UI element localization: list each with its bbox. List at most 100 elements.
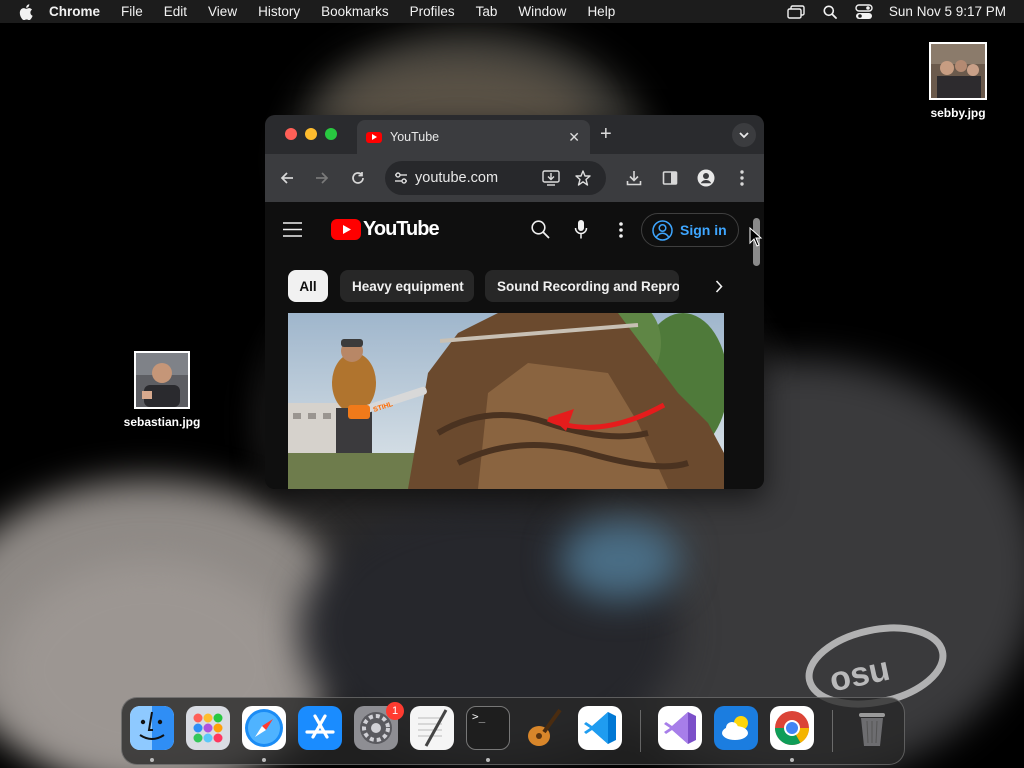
menu-profiles[interactable]: Profiles <box>410 4 455 19</box>
dock-separator <box>640 710 641 752</box>
dock-launchpad[interactable] <box>186 706 230 750</box>
chevron-down-icon <box>739 131 749 138</box>
dock-terminal[interactable]: >_ <box>466 706 510 750</box>
dock-textedit[interactable] <box>410 706 454 750</box>
desktop-file-label: sebby.jpg <box>930 106 986 120</box>
guitar-icon <box>528 708 562 746</box>
menu-app-name[interactable]: Chrome <box>49 4 100 19</box>
chip-all[interactable]: All <box>288 270 328 302</box>
dock-garageband[interactable] <box>522 706 566 750</box>
weather-cloud-icon <box>722 716 748 740</box>
running-indicator <box>790 758 794 762</box>
new-tab-button[interactable]: + <box>600 123 612 146</box>
visual-studio-icon <box>664 712 696 744</box>
close-window-button[interactable] <box>285 128 297 140</box>
menu-help[interactable]: Help <box>587 4 615 19</box>
dock-vscode[interactable] <box>578 706 622 750</box>
app-store-icon <box>305 714 335 739</box>
more-vertical-icon <box>740 170 744 186</box>
tab-strip: YouTube ✕ + <box>265 115 764 154</box>
notification-badge: 1 <box>386 702 404 720</box>
youtube-logo-text: YouTube <box>363 218 440 240</box>
bookmark-star-icon[interactable] <box>575 170 591 186</box>
search-icon[interactable] <box>531 220 550 239</box>
dock-trash[interactable] <box>850 706 894 750</box>
video-thumbnail-image: STIHL <box>288 313 724 489</box>
sign-in-label: Sign in <box>680 222 727 238</box>
video-thumbnail[interactable]: STIHL <box>288 313 724 489</box>
dock-finder[interactable] <box>130 706 174 750</box>
textedit-pen-icon <box>418 709 448 747</box>
spotlight-search-icon[interactable] <box>823 5 837 19</box>
address-bar[interactable]: youtube.com <box>385 161 606 195</box>
dock-weather[interactable] <box>714 706 758 750</box>
photo-thumbnail-icon <box>929 42 987 100</box>
running-indicator <box>150 758 154 762</box>
menu-tab[interactable]: Tab <box>476 4 498 19</box>
tab-search-button[interactable] <box>732 123 756 147</box>
reload-button[interactable] <box>348 168 368 188</box>
youtube-favicon-icon <box>366 131 382 143</box>
zoom-window-button[interactable] <box>325 128 337 140</box>
dock-separator <box>832 710 833 752</box>
menu-edit[interactable]: Edit <box>164 4 187 19</box>
screen-mirroring-icon[interactable] <box>787 4 805 19</box>
youtube-logo[interactable]: YouTube <box>331 218 440 241</box>
chip-heavy-equipment[interactable]: Heavy equipment <box>340 270 474 302</box>
launchpad-grid-icon <box>193 713 223 743</box>
chevron-right-icon[interactable] <box>715 280 723 293</box>
dock-app-store[interactable] <box>298 706 342 750</box>
menu-clock[interactable]: Sun Nov 5 9:17 PM <box>889 4 1006 19</box>
menu-history[interactable]: History <box>258 4 300 19</box>
desktop-file-sebastian[interactable]: sebastian.jpg <box>118 351 206 429</box>
youtube-play-logo-icon <box>331 219 361 240</box>
browser-toolbar: youtube.com <box>265 154 764 202</box>
youtube-header: YouTube Sign in <box>265 202 764 258</box>
safari-compass-icon <box>245 709 283 747</box>
running-indicator <box>262 758 266 762</box>
url-text[interactable]: youtube.com <box>415 170 498 186</box>
tab-title: YouTube <box>390 130 440 144</box>
reload-icon <box>352 172 364 184</box>
dock-visual-studio[interactable] <box>658 706 702 750</box>
downloads-button[interactable] <box>624 168 644 188</box>
arrow-left-icon <box>280 172 293 184</box>
settings-more-icon[interactable] <box>619 222 623 238</box>
microphone-icon[interactable] <box>574 219 588 240</box>
tab-youtube[interactable]: YouTube ✕ <box>357 120 590 154</box>
menu-bookmarks[interactable]: Bookmarks <box>321 4 389 19</box>
desktop-file-sebby[interactable]: sebby.jpg <box>918 42 998 120</box>
vscode-icon <box>584 712 616 744</box>
forward-button[interactable] <box>312 168 332 188</box>
control-center-icon[interactable] <box>855 3 873 20</box>
menu-window[interactable]: Window <box>518 4 566 19</box>
chip-sound-recording[interactable]: Sound Recording and Reprod <box>485 270 679 302</box>
site-settings-icon[interactable] <box>394 172 408 184</box>
dock: 1 >_ <box>121 697 905 765</box>
minimize-window-button[interactable] <box>305 128 317 140</box>
menu-file[interactable]: File <box>121 4 143 19</box>
install-app-icon[interactable] <box>542 170 560 186</box>
account-circle-icon <box>652 219 673 241</box>
terminal-prompt-icon: >_ <box>472 710 486 723</box>
back-button[interactable] <box>277 168 297 188</box>
profile-avatar-icon <box>697 169 715 187</box>
sign-in-button[interactable]: Sign in <box>641 213 739 247</box>
trash-icon <box>859 713 885 746</box>
hamburger-menu-icon[interactable] <box>283 222 302 237</box>
youtube-page: YouTube Sign in All Heavy equipment Soun… <box>265 202 764 489</box>
menu-view[interactable]: View <box>208 4 237 19</box>
dock-chrome[interactable] <box>770 706 814 750</box>
mouse-pointer-icon <box>749 227 763 247</box>
close-tab-icon[interactable]: ✕ <box>568 129 580 146</box>
photo-thumbnail-icon <box>134 351 190 409</box>
chrome-menu-button[interactable] <box>732 168 752 188</box>
side-panel-icon <box>662 171 678 185</box>
dock-safari[interactable] <box>242 706 286 750</box>
menu-bar: Chrome File Edit View History Bookmarks … <box>0 0 1024 23</box>
arrow-right-icon <box>316 172 329 184</box>
side-panel-button[interactable] <box>660 168 680 188</box>
apple-logo-icon[interactable] <box>19 3 33 20</box>
profile-button[interactable] <box>696 168 716 188</box>
download-icon <box>626 171 642 186</box>
